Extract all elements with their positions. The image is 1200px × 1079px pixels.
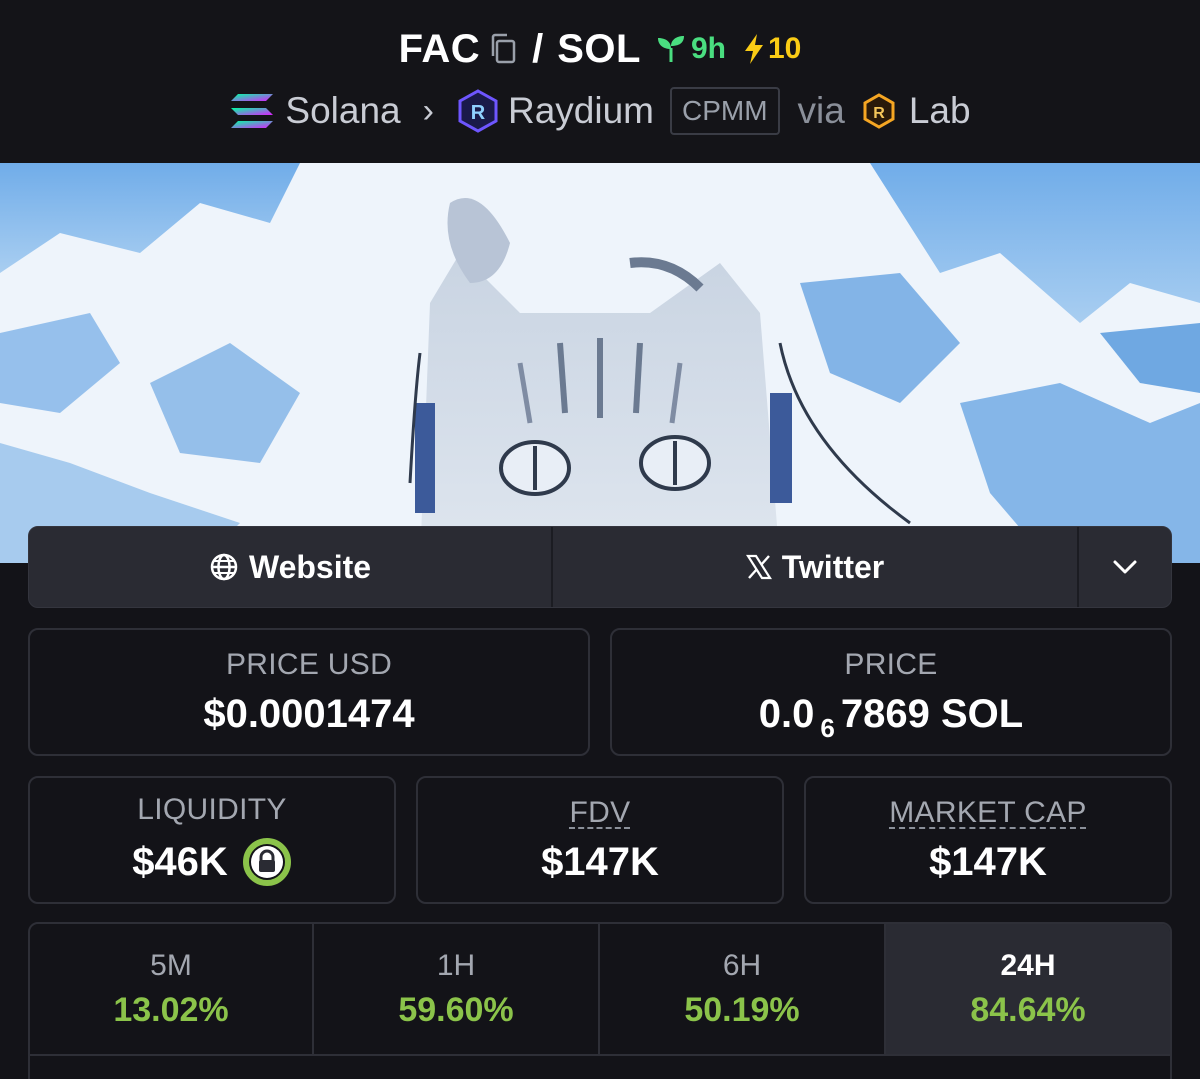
svg-text:R: R — [873, 105, 885, 122]
dex-name[interactable]: Raydium — [508, 90, 654, 132]
timeframe-1h[interactable]: 1H 59.60% — [314, 924, 600, 1056]
quote-token-symbol: SOL — [557, 26, 641, 71]
svg-text:R: R — [471, 102, 486, 124]
raydium-icon: R — [456, 89, 500, 133]
social-links-bar: Website Twitter — [28, 526, 1172, 608]
website-label: Website — [248, 548, 372, 585]
timeframe-change: 50.19% — [684, 990, 800, 1029]
timeframe-change: 13.02% — [113, 990, 229, 1029]
boost-count: 10 — [768, 32, 802, 65]
price-native-value: 0.0 6 7869 SOL — [758, 691, 1024, 743]
price-native-card: PRICE 0.0 6 7869 SOL — [610, 628, 1172, 756]
price-native-suffix: 7869 SOL — [840, 691, 1024, 736]
price-usd-card: PRICE USD $0.0001474 — [28, 628, 590, 756]
via-label: via — [797, 90, 845, 131]
timeframe-5m[interactable]: 5M 13.02% — [30, 924, 314, 1056]
price-native-label: PRICE — [844, 647, 938, 681]
timeframe-label: 1H — [436, 948, 476, 982]
pair-age-badge: 9h — [655, 32, 726, 66]
market-cap-value: $147K — [929, 839, 1047, 884]
chevron-down-icon — [1113, 560, 1137, 574]
timeframe-6h[interactable]: 6H 50.19% — [600, 924, 886, 1056]
pair-header: FAC / SOL 9h 10 Solana › R Raydium CPMM … — [0, 0, 1200, 163]
timeframe-label: 5M — [150, 948, 192, 982]
x-icon — [745, 554, 772, 580]
timeframe-label: 6H — [722, 948, 762, 982]
pair-title: FAC / SOL 9h 10 — [0, 22, 1200, 76]
chevron-right-icon: › — [422, 91, 434, 130]
pool-type-badge: CPMM — [669, 87, 780, 135]
website-button[interactable]: Website — [29, 527, 553, 607]
pair-separator: / — [532, 26, 544, 71]
liquidity-card: LIQUIDITY $46K — [28, 776, 396, 904]
liquidity-value-row: $46K — [132, 837, 292, 887]
seedling-icon — [657, 36, 684, 62]
timeframe-change: 84.64% — [970, 990, 1086, 1029]
base-token-symbol: FAC — [398, 26, 481, 71]
copy-icon[interactable] — [488, 32, 518, 66]
lock-icon[interactable] — [242, 837, 292, 887]
globe-icon — [210, 553, 238, 581]
launchpad-name[interactable]: Lab — [909, 90, 971, 132]
liquidity-label: LIQUIDITY — [137, 793, 287, 826]
more-links-button[interactable] — [1079, 527, 1171, 607]
fdv-value: $147K — [541, 839, 659, 884]
boost-badge[interactable]: 10 — [742, 32, 801, 66]
timeframe-change: 59.60% — [398, 990, 514, 1029]
timeframe-24h[interactable]: 24H 84.64% — [886, 924, 1170, 1056]
market-cap-card[interactable]: MARKET CAP $147K — [804, 776, 1172, 904]
price-native-zero-count: 6 — [820, 712, 835, 743]
price-usd-value: $0.0001474 — [203, 691, 415, 736]
chain-breadcrumb: Solana › R Raydium CPMM via R Lab — [0, 84, 1200, 138]
solana-icon — [229, 91, 275, 131]
price-change-timeframes: 5M 13.02% 1H 59.60% 6H 50.19% 24H 84.64% — [28, 922, 1172, 1079]
market-cap-label: MARKET CAP — [889, 795, 1087, 829]
price-native-prefix: 0.0 — [758, 691, 815, 736]
timeframe-label: 24H — [1000, 948, 1056, 982]
twitter-label: Twitter — [781, 548, 885, 585]
twitter-button[interactable]: Twitter — [553, 527, 1079, 607]
fdv-card[interactable]: FDV $147K — [416, 776, 784, 904]
pair-age: 9h — [690, 32, 726, 65]
fdv-label: FDV — [569, 795, 631, 829]
chain-name[interactable]: Solana — [285, 90, 400, 132]
liquidity-value: $46K — [132, 839, 228, 884]
token-banner-image — [0, 163, 1200, 563]
lightning-icon — [745, 34, 763, 64]
price-usd-label: PRICE USD — [225, 647, 393, 681]
raydium-lab-icon: R — [861, 93, 897, 129]
